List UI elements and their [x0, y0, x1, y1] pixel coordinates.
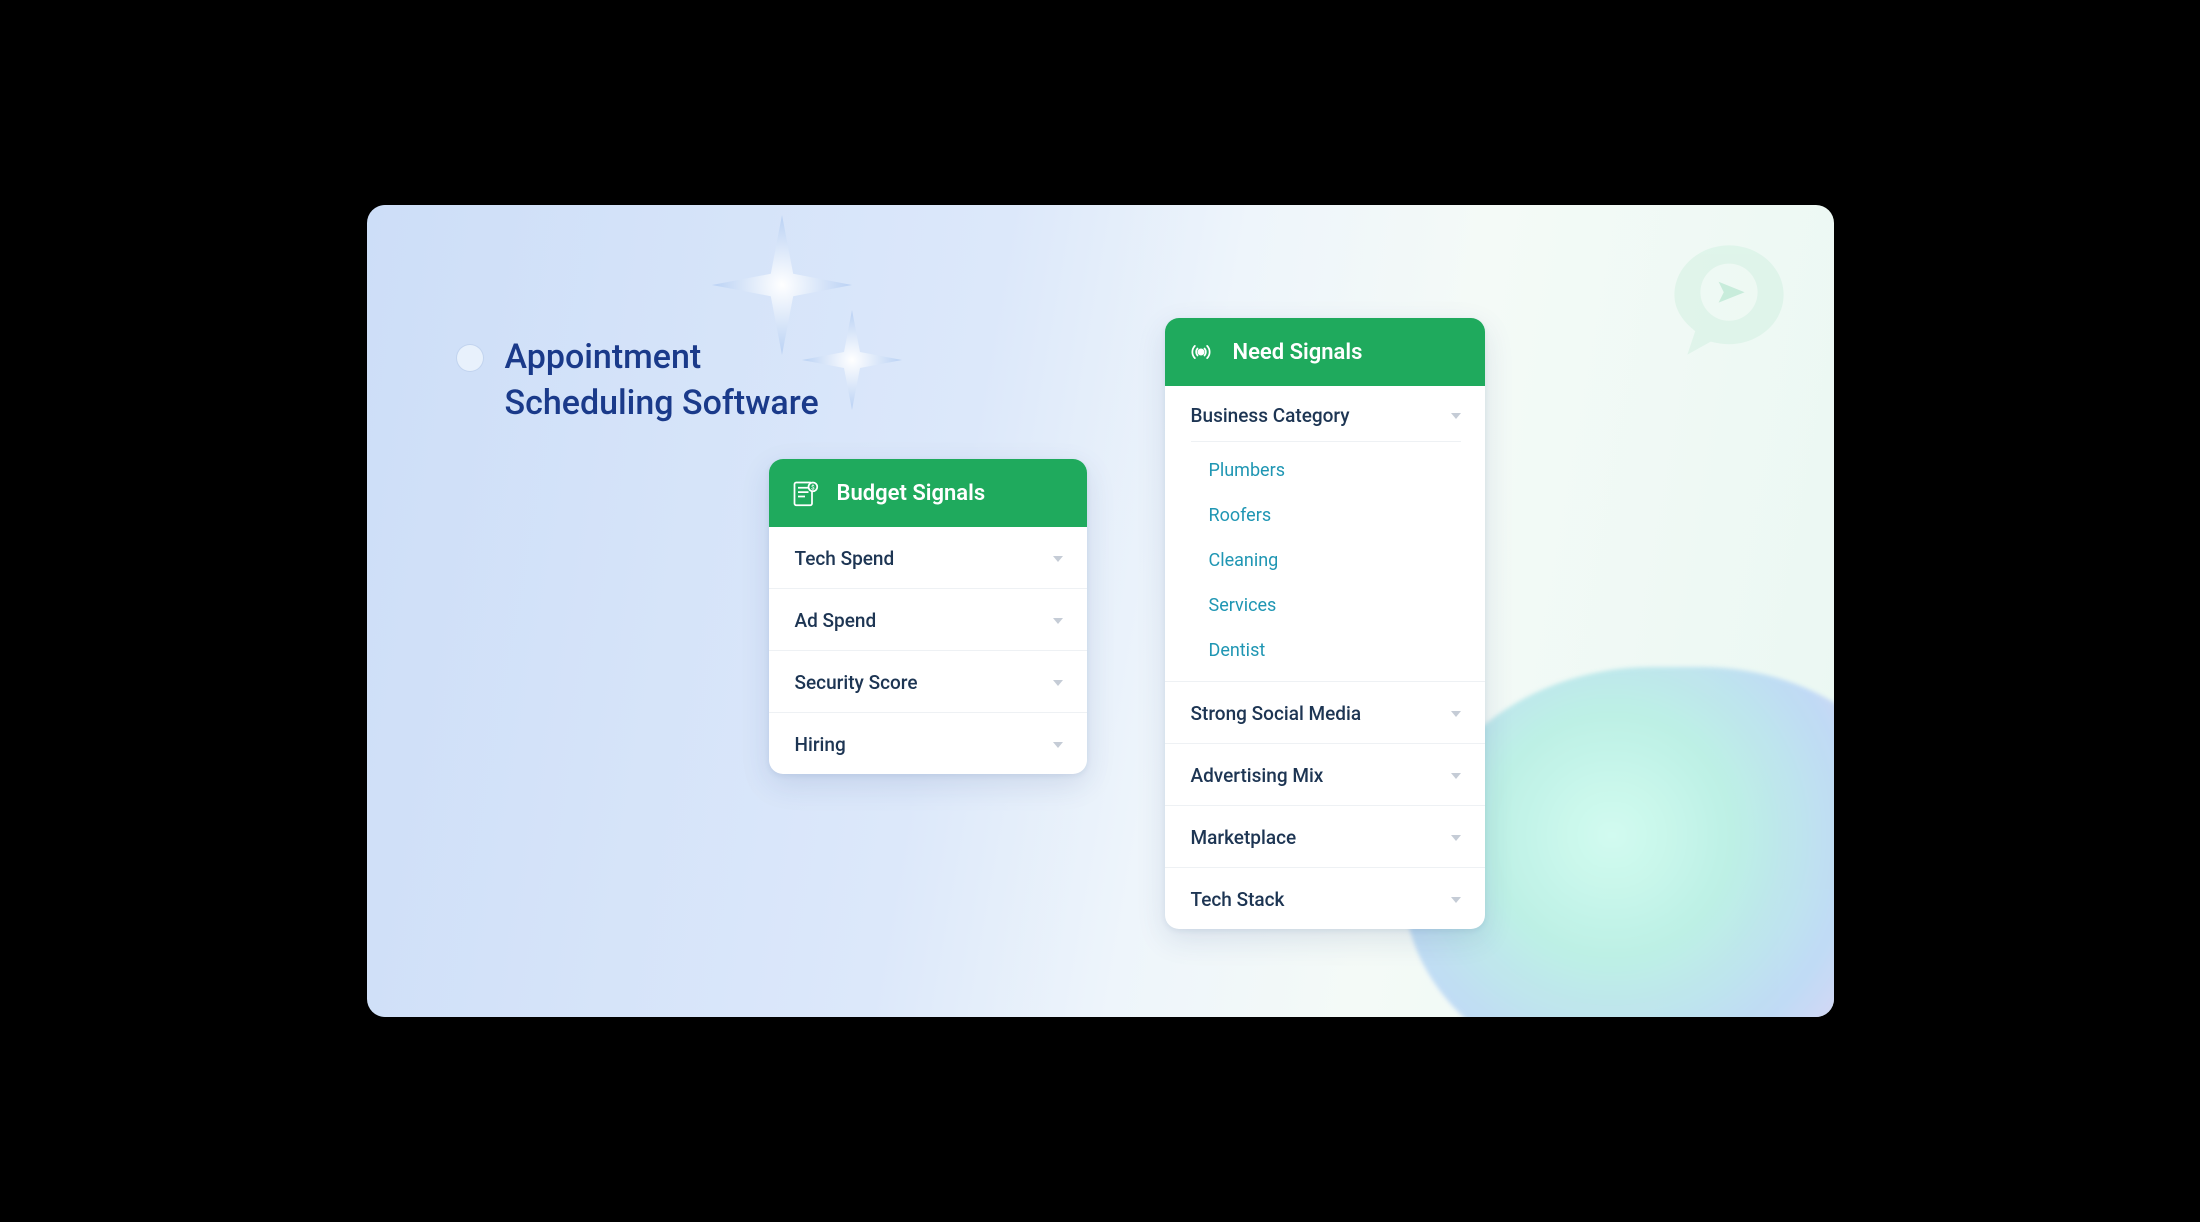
page-title-wrap: Appointment Scheduling Software: [457, 335, 819, 427]
chevron-down-icon: [1053, 618, 1063, 624]
chevron-down-icon: [1451, 835, 1461, 841]
canvas: Appointment Scheduling Software $ Budget…: [367, 205, 1834, 1017]
category-item-roofers[interactable]: Roofers: [1191, 493, 1461, 538]
budget-row-hiring[interactable]: Hiring: [769, 713, 1087, 774]
budget-row-tech-spend[interactable]: Tech Spend: [769, 527, 1087, 589]
chevron-down-icon: [1451, 413, 1461, 419]
row-label: Advertising Mix: [1191, 764, 1324, 787]
budget-icon: $: [791, 479, 819, 507]
need-row-advertising-mix[interactable]: Advertising Mix: [1165, 744, 1485, 806]
need-signals-card: Need Signals Business Category Plumbers …: [1165, 318, 1485, 929]
need-section-header[interactable]: Business Category: [1191, 404, 1461, 442]
chevron-down-icon: [1053, 680, 1063, 686]
need-card-header: Need Signals: [1165, 318, 1485, 386]
title-line-1: Appointment: [505, 337, 702, 377]
svg-text:$: $: [811, 485, 815, 492]
need-row-tech-stack[interactable]: Tech Stack: [1165, 868, 1485, 929]
category-item-cleaning[interactable]: Cleaning: [1191, 538, 1461, 583]
need-section-business-category: Business Category Plumbers Roofers Clean…: [1165, 386, 1485, 682]
row-label: Ad Spend: [795, 609, 877, 632]
title-line-2: Scheduling Software: [505, 383, 819, 423]
brand-logo-icon: [1664, 235, 1794, 365]
need-card-title: Need Signals: [1233, 340, 1363, 365]
chevron-down-icon: [1451, 773, 1461, 779]
row-label: Business Category: [1191, 404, 1350, 427]
category-item-dentist[interactable]: Dentist: [1191, 628, 1461, 673]
chevron-down-icon: [1451, 897, 1461, 903]
row-label: Tech Stack: [1191, 888, 1285, 911]
row-label: Security Score: [795, 671, 918, 694]
broadcast-icon: [1187, 338, 1215, 366]
page-title: Appointment Scheduling Software: [505, 335, 819, 427]
chevron-down-icon: [1053, 556, 1063, 562]
row-label: Hiring: [795, 733, 846, 756]
row-label: Strong Social Media: [1191, 702, 1362, 725]
budget-row-security-score[interactable]: Security Score: [769, 651, 1087, 713]
row-label: Marketplace: [1191, 826, 1297, 849]
category-item-plumbers[interactable]: Plumbers: [1191, 448, 1461, 493]
need-row-marketplace[interactable]: Marketplace: [1165, 806, 1485, 868]
row-label: Tech Spend: [795, 547, 895, 570]
chevron-down-icon: [1053, 742, 1063, 748]
budget-card-header: $ Budget Signals: [769, 459, 1087, 527]
category-item-services[interactable]: Services: [1191, 583, 1461, 628]
budget-signals-card: $ Budget Signals Tech Spend Ad Spend Sec…: [769, 459, 1087, 774]
budget-card-title: Budget Signals: [837, 481, 986, 506]
title-bullet-icon: [457, 345, 483, 371]
budget-row-ad-spend[interactable]: Ad Spend: [769, 589, 1087, 651]
chevron-down-icon: [1451, 711, 1461, 717]
need-row-social-media[interactable]: Strong Social Media: [1165, 682, 1485, 744]
